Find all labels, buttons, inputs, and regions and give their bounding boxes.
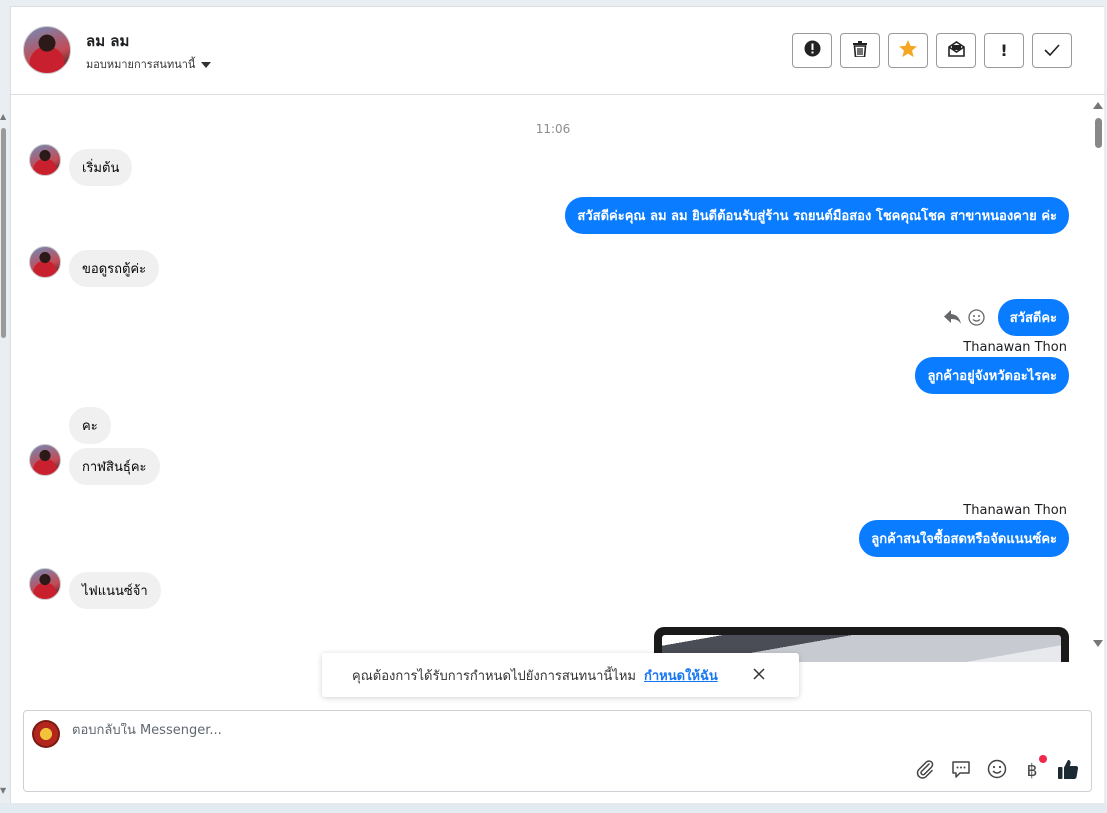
attach-file-button[interactable] <box>913 759 937 783</box>
scroll-thumb[interactable] <box>1 128 6 338</box>
mark-unread-button[interactable] <box>936 33 976 68</box>
contact-avatar-small <box>29 246 61 278</box>
outgoing-message[interactable]: สวัสดีค่ะคุณ ลม ลม ยินดีต้อนรับสู่ร้าน ร… <box>565 197 1069 234</box>
outgoing-message[interactable]: ลูกค้าสนใจซื้อสดหรือจัดแนนซ์คะ <box>859 520 1069 557</box>
scroll-down-arrow[interactable] <box>1093 640 1103 647</box>
outgoing-message[interactable]: สวัสดีคะ <box>997 299 1069 336</box>
message-sender-name: Thanawan Thon <box>963 340 1067 355</box>
incoming-message[interactable]: ไฟแนนซ์จ้า <box>69 572 161 609</box>
assign-prompt-text: คุณต้องการได้รับการกำหนดไปยังการสนทนานี้… <box>352 668 636 684</box>
notification-dot <box>1039 755 1047 763</box>
follow-up-button[interactable]: ! <box>984 33 1024 68</box>
reply-input[interactable] <box>72 723 772 738</box>
check-icon <box>1044 41 1060 60</box>
thumbs-up-icon <box>1057 758 1079 785</box>
like-button[interactable] <box>1056 759 1080 783</box>
saved-replies-button[interactable] <box>949 759 973 783</box>
envelope-open-icon <box>947 40 965 61</box>
react-emoji-icon[interactable] <box>968 309 985 330</box>
conversation-header: ลม ลม มอบหมายการสนทนานี้ ! <box>11 7 1105 95</box>
thread-scrollbar[interactable] <box>1093 102 1103 648</box>
assign-to-me-link[interactable]: กำหนดให้ฉัน <box>644 665 718 686</box>
chat-bubble-icon <box>951 759 971 784</box>
message-timestamp: 11:06 <box>535 122 571 136</box>
close-icon[interactable] <box>753 665 765 684</box>
caret-down-icon <box>201 62 212 68</box>
mark-done-button[interactable] <box>1032 33 1072 68</box>
baht-icon: ฿ <box>1026 761 1038 781</box>
delete-button[interactable] <box>840 33 880 68</box>
exclamation-icon: ! <box>1000 41 1008 60</box>
incoming-message[interactable]: เริ่มต้น <box>69 149 133 186</box>
reply-icon[interactable] <box>944 309 962 330</box>
contact-avatar-small <box>29 568 61 600</box>
trash-icon <box>853 40 867 61</box>
scroll-up-arrow[interactable] <box>1093 102 1103 109</box>
alert-circle-icon <box>804 40 821 61</box>
contact-avatar[interactable] <box>23 26 71 74</box>
incoming-message[interactable]: ขอดูรถตู้ค่ะ <box>69 250 160 287</box>
incoming-message[interactable]: กาฬสินธุ์คะ <box>69 448 160 485</box>
scroll-thumb[interactable] <box>1095 118 1102 148</box>
message-sender-name: Thanawan Thon <box>963 503 1067 518</box>
scroll-down-arrow[interactable]: ▼ <box>0 786 6 795</box>
paperclip-icon <box>915 759 935 784</box>
message-actions <box>944 309 985 330</box>
page-scrollbar[interactable]: ▲ ▼ <box>0 110 8 800</box>
outgoing-message[interactable]: ลูกค้าอยู่จังหวัดอะไรคะ <box>915 357 1069 394</box>
star-button[interactable] <box>888 33 928 68</box>
incoming-message[interactable]: คะ <box>69 407 111 444</box>
contact-avatar-small <box>29 144 61 176</box>
assign-conversation-dropdown[interactable]: มอบหมายการสนทนานี้ <box>86 55 212 73</box>
smiley-icon <box>987 759 1007 784</box>
scroll-up-arrow[interactable]: ▲ <box>0 112 6 121</box>
window-bottom-edge <box>0 803 1107 813</box>
message-thread[interactable]: 11:06 เริ่มต้น สวัสดีค่ะคุณ ลม ลม ยินดีต… <box>11 96 1105 662</box>
contact-avatar-small <box>29 444 61 476</box>
mark-spam-button[interactable] <box>792 33 832 68</box>
star-icon <box>899 40 917 61</box>
assign-label: มอบหมายการสนทนานี้ <box>86 58 196 71</box>
page-avatar <box>32 720 60 748</box>
emoji-button[interactable] <box>985 759 1009 783</box>
contact-name[interactable]: ลม ลม <box>86 29 129 53</box>
assign-prompt-banner: คุณต้องการได้รับการกำหนดไปยังการสนทนานี้… <box>322 653 799 697</box>
reply-composer: ฿ <box>23 710 1092 792</box>
